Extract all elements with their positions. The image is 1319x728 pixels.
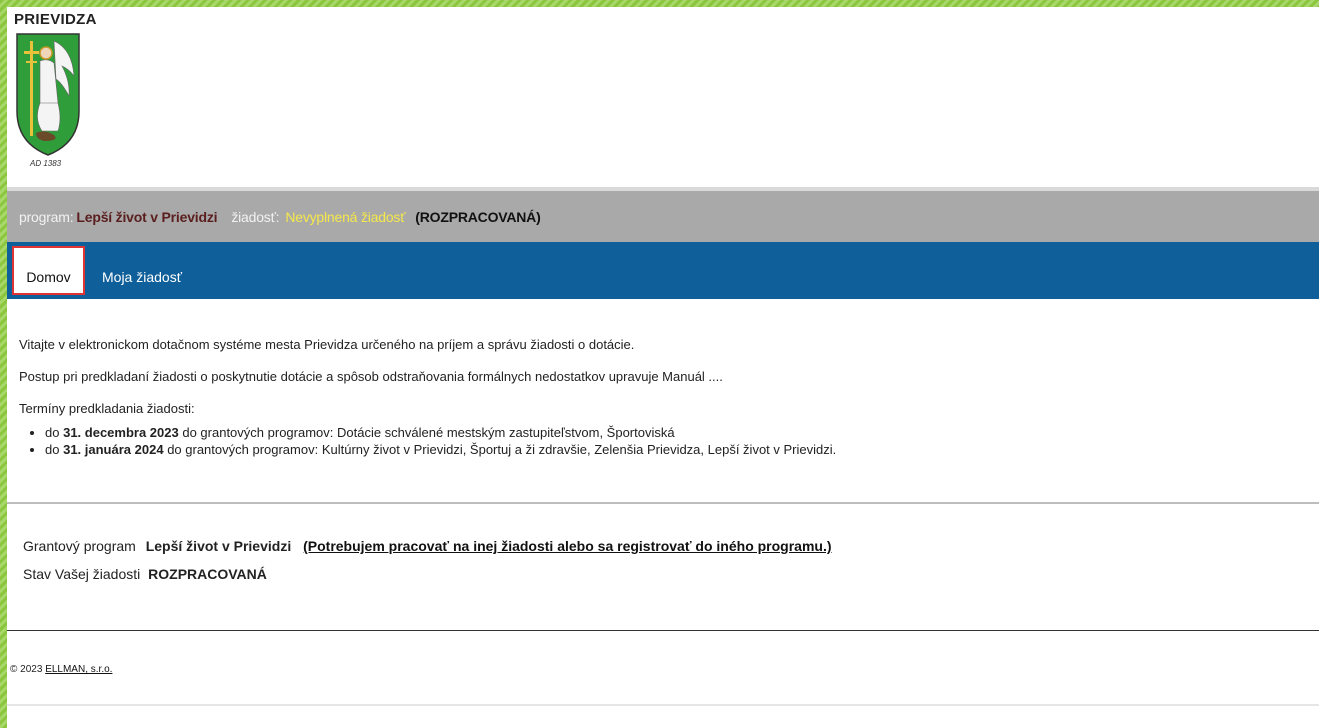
prievidza-coat-of-arms-icon bbox=[16, 33, 80, 156]
program-value: Lepší život v Prievidzi bbox=[76, 208, 218, 225]
grant-program-row: Grantový program Lepší život v Prievidzi… bbox=[23, 538, 832, 554]
divider bbox=[7, 630, 1319, 631]
tab-home[interactable]: Domov bbox=[12, 246, 85, 295]
request-label: žiadosť: bbox=[231, 208, 280, 225]
deadline-date: 31. januára 2024 bbox=[63, 442, 164, 457]
welcome-text: Vitajte v elektronickom dotačnom systéme… bbox=[19, 337, 635, 352]
list-item: do 31. decembra 2023 do grantových progr… bbox=[45, 425, 1309, 440]
grant-value: Lepší život v Prievidzi bbox=[145, 538, 292, 554]
request-value: Nevyplnená žiadosť bbox=[285, 208, 406, 225]
status-value: ROZPRACOVANÁ bbox=[148, 566, 267, 582]
divider bbox=[7, 502, 1319, 504]
change-request-link[interactable]: (Potrebujem pracovať na inej žiadosti al… bbox=[303, 538, 831, 554]
footer: © 2023 ELLMAN, s.r.o. bbox=[10, 664, 112, 675]
copyright-text: © 2023 bbox=[10, 664, 43, 675]
deadlines-list: do 31. decembra 2023 do grantových progr… bbox=[19, 425, 1309, 457]
city-name: PRIEVIDZA bbox=[14, 11, 97, 28]
request-status: (ROZPRACOVANÁ) bbox=[415, 208, 541, 225]
page-frame: PRIEVIDZA AD 1383 program: Lepší život v… bbox=[7, 7, 1319, 728]
logo-block: PRIEVIDZA AD 1383 bbox=[14, 11, 104, 168]
request-status-row: Stav Vašej žiadosti ROZPRACOVANÁ bbox=[23, 566, 267, 582]
deadlines-title: Termíny predkladania žiadosti: bbox=[19, 401, 195, 416]
company-link[interactable]: ELLMAN, s.r.o. bbox=[45, 664, 112, 675]
main-nav: Domov Moja žiadosť bbox=[7, 242, 1319, 299]
list-item: do 31. januára 2024 do grantových progra… bbox=[45, 442, 1309, 457]
program-label: program: bbox=[19, 208, 74, 225]
welcome-content: Vitajte v elektronickom dotačnom systéme… bbox=[19, 337, 1309, 459]
request-info-bar: program: Lepší život v Prievidzi žiadosť… bbox=[7, 187, 1319, 242]
tab-my-request[interactable]: Moja žiadosť bbox=[102, 269, 182, 285]
crest-caption: AD 1383 bbox=[30, 159, 62, 168]
procedure-text: Postup pri predkladaní žiadosti o poskyt… bbox=[19, 369, 723, 384]
status-label: Stav Vašej žiadosti bbox=[23, 566, 141, 582]
grant-label: Grantový program bbox=[23, 538, 136, 554]
divider bbox=[7, 704, 1319, 706]
deadline-date: 31. decembra 2023 bbox=[63, 425, 179, 440]
